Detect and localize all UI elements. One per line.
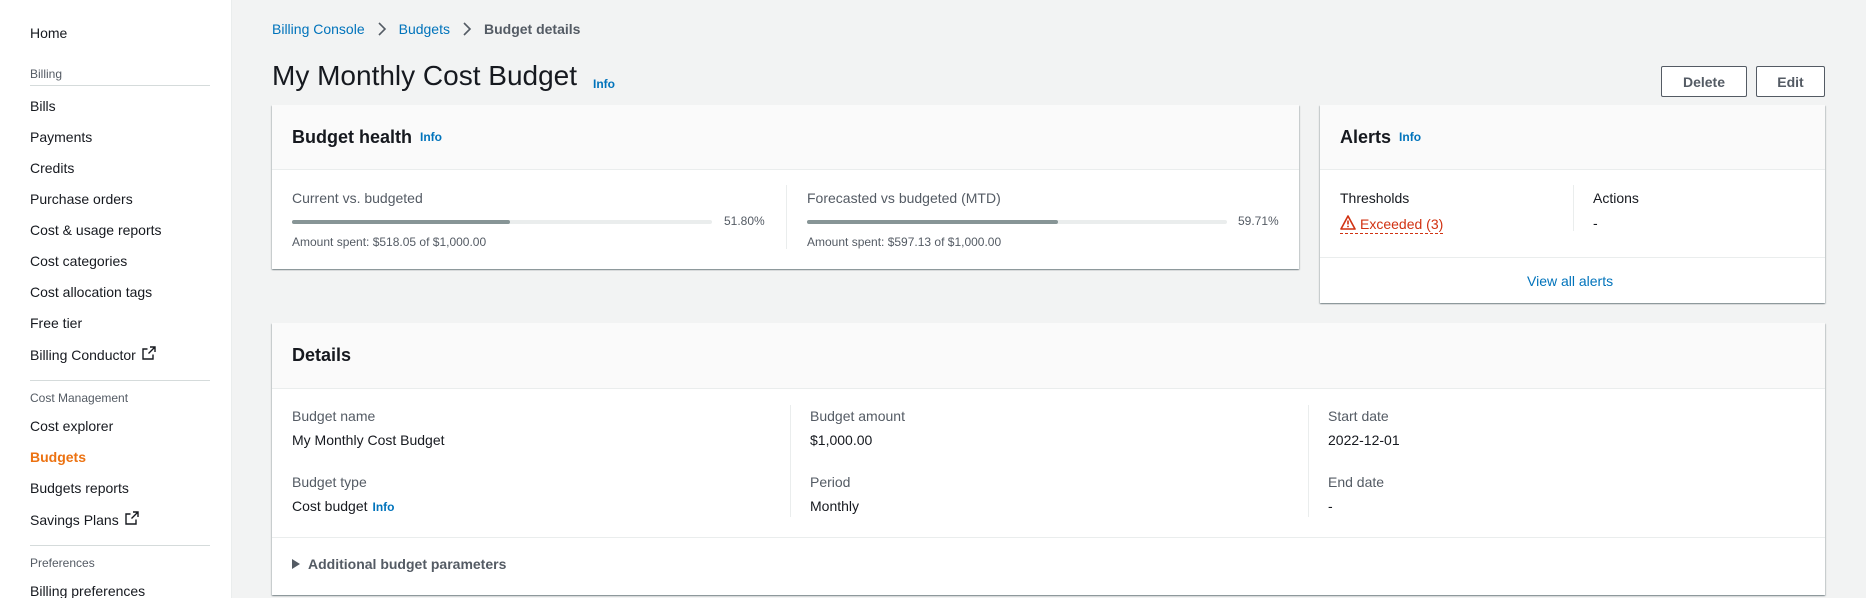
breadcrumb-billing-console[interactable]: Billing Console — [272, 21, 365, 37]
period-label: Period — [810, 474, 851, 490]
budget-health-title: Budget health — [292, 126, 412, 147]
column-divider — [790, 405, 791, 517]
current-progress-fill — [292, 220, 510, 224]
budget-health-header: Budget health Info — [272, 105, 1299, 170]
sidebar-divider — [30, 85, 210, 86]
external-link-icon — [125, 511, 139, 528]
sidebar-item-budgets[interactable]: Budgets — [30, 449, 86, 465]
alerts-divider — [1320, 257, 1825, 258]
sidebar-item-bills[interactable]: Bills — [30, 98, 56, 114]
budget-name-value: My Monthly Cost Budget — [292, 432, 445, 448]
budget-health-info-link[interactable]: Info — [420, 130, 442, 144]
additional-budget-parameters-toggle[interactable]: Additional budget parameters — [292, 556, 506, 572]
sidebar-item-label: Budgets reports — [30, 480, 129, 496]
sidebar-section-preferences: Preferences — [30, 545, 210, 570]
thresholds-exceeded-text: Exceeded (3) — [1360, 216, 1444, 232]
period-value: Monthly — [810, 498, 860, 514]
actions-value: - — [1593, 215, 1598, 231]
sidebar-item-cost-categories[interactable]: Cost categories — [30, 253, 127, 269]
sidebar-item-label: Savings Plans — [30, 511, 119, 528]
details-divider — [272, 537, 1825, 538]
edit-button[interactable]: Edit — [1756, 66, 1825, 97]
budget-amount-label: Budget amount — [810, 408, 905, 424]
alerts-info-link[interactable]: Info — [1399, 130, 1421, 144]
sidebar-item-label: Billing preferences — [30, 583, 146, 598]
forecast-vs-budgeted-label: Forecasted vs budgeted (MTD) — [807, 190, 1001, 206]
actions-label: Actions — [1593, 190, 1639, 206]
breadcrumb-current: Budget details — [483, 21, 581, 37]
sidebar-item-label: Payments — [30, 129, 93, 145]
breadcrumb-budgets[interactable]: Budgets — [399, 21, 450, 37]
budget-health-panel: Budget health Info Current vs. budgeted … — [272, 105, 1299, 269]
sidebar-item-free-tier[interactable]: Free tier — [30, 315, 82, 331]
sidebar-item-label: Budgets — [30, 449, 86, 465]
sidebar-item-home[interactable]: Home — [30, 25, 67, 41]
column-divider — [786, 185, 787, 249]
alerts-header: Alerts Info — [1320, 105, 1825, 170]
sidebar-section-cost-management: Cost Management — [30, 380, 210, 405]
details-header: Details — [272, 323, 1825, 389]
budget-type-value: Cost budget Info — [292, 498, 395, 514]
current-progress-bar — [292, 220, 712, 224]
sidebar-item-label: Cost explorer — [30, 418, 114, 434]
sidebar-item-label: Bills — [30, 98, 56, 114]
end-date-label: End date — [1328, 474, 1385, 490]
budget-type-text: Cost budget — [292, 498, 368, 514]
caret-right-icon — [292, 556, 300, 572]
sidebar-item-billing-preferences[interactable]: Billing preferences — [30, 583, 145, 598]
sidebar-item-payments[interactable]: Payments — [30, 129, 92, 145]
current-percent: 51.80% — [724, 214, 765, 228]
sidebar-item-label: Free tier — [30, 315, 83, 331]
sidebar: Home Billing Bills Payments Credits Purc… — [0, 0, 232, 598]
forecast-progress-fill — [807, 220, 1058, 224]
start-date-label: Start date — [1328, 408, 1389, 424]
external-link-icon — [142, 346, 156, 363]
view-all-alerts-link[interactable]: View all alerts — [1527, 273, 1613, 289]
sidebar-item-cost-allocation-tags[interactable]: Cost allocation tags — [30, 284, 152, 300]
column-divider — [1573, 185, 1574, 231]
budget-amount-value: $1,000.00 — [810, 432, 873, 448]
breadcrumb: Billing Console Budgets Budget details — [272, 21, 580, 37]
sidebar-item-label: Cost categories — [30, 253, 128, 269]
thresholds-exceeded-status[interactable]: Exceeded (3) — [1340, 215, 1444, 234]
forecast-progress-bar — [807, 220, 1227, 224]
sidebar-item-budgets-reports[interactable]: Budgets reports — [30, 480, 129, 496]
sidebar-item-credits[interactable]: Credits — [30, 160, 74, 176]
budget-type-info-link[interactable]: Info — [373, 500, 395, 514]
page-title-info-link[interactable]: Info — [593, 77, 615, 91]
details-title: Details — [292, 345, 352, 365]
alerts-panel: Alerts Info Thresholds Exceeded (3) Acti… — [1320, 105, 1825, 303]
additional-budget-parameters-label: Additional budget parameters — [308, 556, 507, 572]
chevron-right-icon — [377, 22, 387, 36]
sidebar-item-billing-conductor[interactable]: Billing Conductor — [30, 346, 156, 363]
budget-type-label: Budget type — [292, 474, 367, 490]
sidebar-item-label: Purchase orders — [30, 191, 133, 207]
sidebar-item-label: Cost allocation tags — [30, 284, 153, 300]
column-divider — [1308, 405, 1309, 517]
forecast-amount-spent: Amount spent: $597.13 of $1,000.00 — [807, 235, 1002, 249]
budget-name-label: Budget name — [292, 408, 376, 424]
sidebar-item-purchase-orders[interactable]: Purchase orders — [30, 191, 133, 207]
sidebar-section-billing: Billing — [30, 67, 63, 81]
sidebar-item-label: Cost & usage reports — [30, 222, 162, 238]
delete-button[interactable]: Delete — [1661, 66, 1747, 97]
alerts-title: Alerts — [1340, 126, 1392, 147]
end-date-value: - — [1328, 498, 1333, 514]
sidebar-item-label: Billing Conductor — [30, 346, 136, 363]
forecast-percent: 59.71% — [1238, 214, 1279, 228]
sidebar-item-cost-explorer[interactable]: Cost explorer — [30, 418, 113, 434]
start-date-value: 2022-12-01 — [1328, 432, 1400, 448]
sidebar-item-label: Home — [30, 25, 68, 41]
sidebar-item-savings-plans[interactable]: Savings Plans — [30, 511, 139, 528]
sidebar-item-label: Credits — [30, 160, 75, 176]
current-amount-spent: Amount spent: $518.05 of $1,000.00 — [292, 235, 487, 249]
sidebar-item-cost-usage-reports[interactable]: Cost & usage reports — [30, 222, 162, 238]
page-title: My Monthly Cost Budget — [272, 60, 578, 91]
chevron-right-icon — [462, 22, 472, 36]
warning-icon — [1340, 215, 1356, 233]
current-vs-budgeted-label: Current vs. budgeted — [292, 190, 423, 206]
thresholds-label: Thresholds — [1340, 190, 1410, 206]
details-panel: Details Budget name My Monthly Cost Budg… — [272, 323, 1825, 595]
